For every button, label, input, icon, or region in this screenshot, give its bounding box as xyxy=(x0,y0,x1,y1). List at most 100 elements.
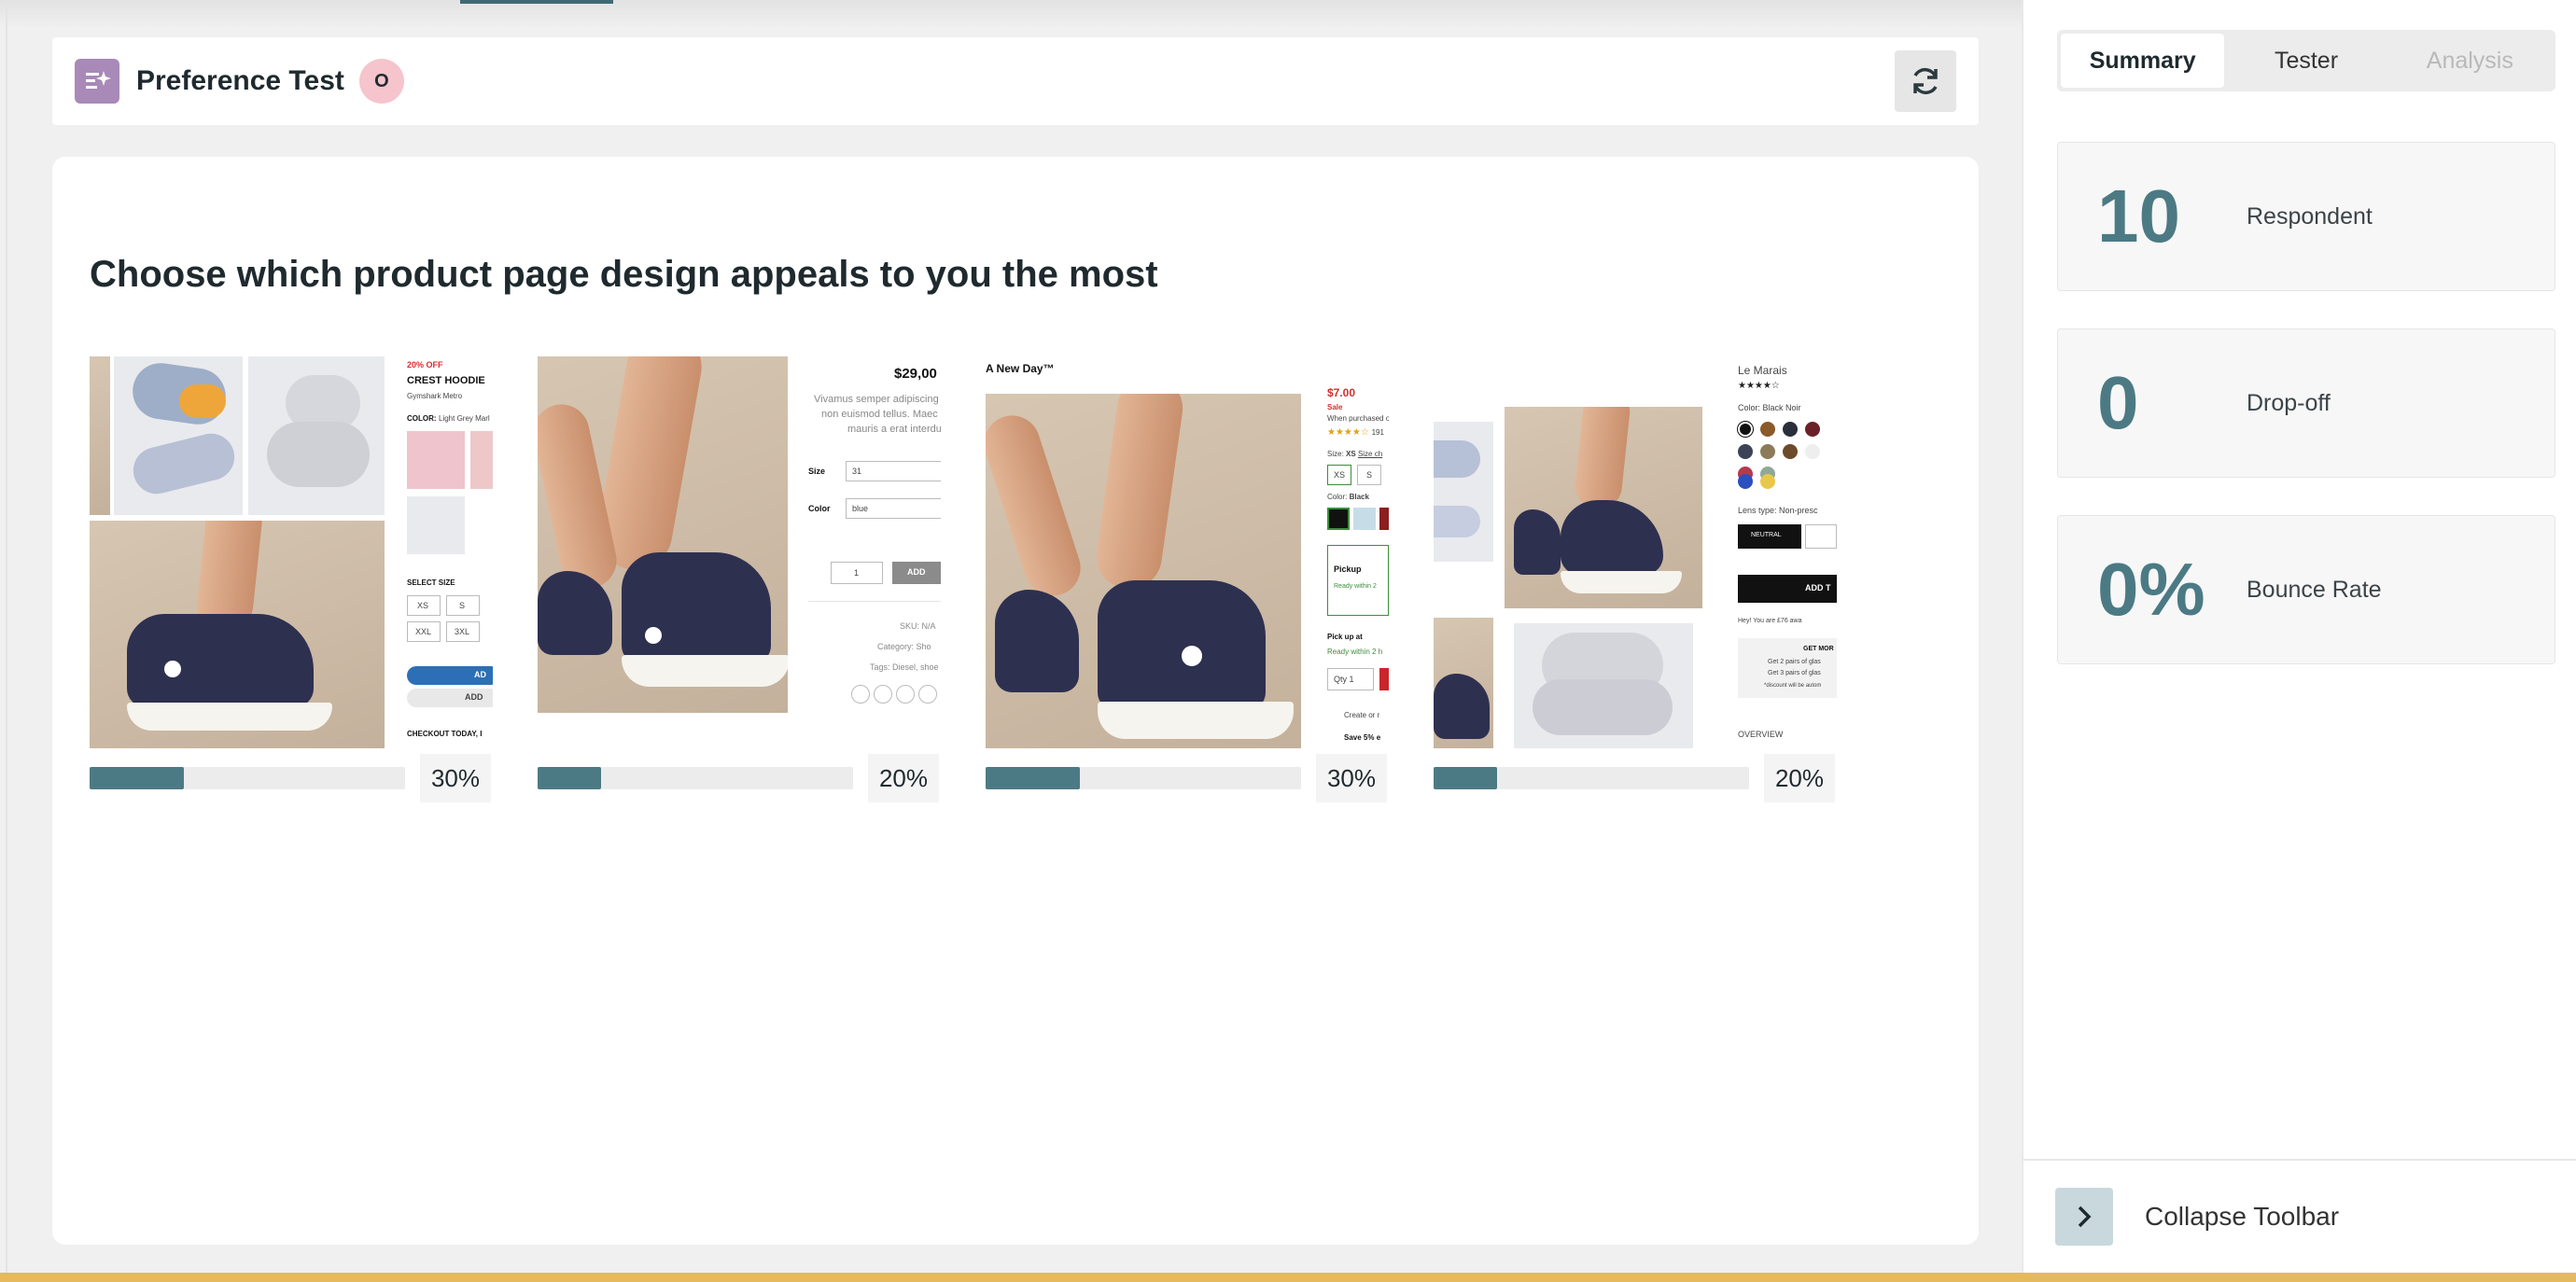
free-shipping-note: Hey! You are £76 awa xyxy=(1738,618,1802,624)
shoe-photo-main xyxy=(90,521,385,748)
design-option-1[interactable]: 20% OFF CREST HOODIE Gymshark Metro COLO… xyxy=(90,356,493,972)
size-option[interactable]: XXL xyxy=(407,621,441,642)
size-select[interactable]: 31 xyxy=(846,461,941,481)
color-swatches xyxy=(1737,421,1837,481)
color-select[interactable]: blue xyxy=(846,498,941,519)
test-header: Preference Test O xyxy=(52,37,1979,125)
wishlist-button[interactable]: ADD xyxy=(407,689,493,707)
status-badge: O xyxy=(358,59,404,104)
color-swatch[interactable] xyxy=(1327,508,1350,530)
sidebar-tabs: Summary Tester Analysis xyxy=(2057,30,2555,91)
size-option[interactable]: S xyxy=(1357,465,1381,485)
design-option-3[interactable]: A New Day™ $7.00 Sale When purchased o ★… xyxy=(986,356,1389,972)
checkout-text: CHECKOUT TODAY, I xyxy=(407,730,483,738)
product-tags: Tags: Diesel, shoe xyxy=(870,662,939,672)
variant-thumb xyxy=(407,431,465,489)
tab-analysis: Analysis xyxy=(2426,47,2513,74)
add-to-cart-button[interactable]: AD xyxy=(407,666,493,685)
pickup-ready: Ready within 2 h xyxy=(1327,648,1383,656)
preference-percent: 20% xyxy=(868,754,939,802)
quantity-select[interactable]: Qty 1 xyxy=(1327,668,1374,690)
top-shadow xyxy=(0,0,2022,28)
variant-thumb xyxy=(470,431,493,489)
select-size-label: SELECT SIZE xyxy=(407,578,455,587)
design-thumbnail-2[interactable]: $29,00 Vivamus semper adipiscing non eui… xyxy=(538,356,941,748)
product-brand: A New Day™ xyxy=(986,362,1055,375)
stat-bounce-rate: 0% Bounce Rate xyxy=(2057,515,2555,664)
chevron-right-icon xyxy=(2078,1205,2092,1228)
overview-heading: OVERVIEW xyxy=(1738,730,1784,739)
preference-bar xyxy=(1434,767,1749,789)
offer-box: GET MOR Get 2 pairs of glas Get 3 pairs … xyxy=(1738,638,1837,698)
laces-photo xyxy=(248,356,385,515)
quantity-stepper[interactable]: 1 xyxy=(831,562,883,584)
add-to-cart-button[interactable]: ADD xyxy=(892,562,941,584)
stat-label: Respondent xyxy=(2247,202,2373,230)
stat-drop-off: 0 Drop-off xyxy=(2057,328,2555,478)
collapse-toolbar-label[interactable]: Collapse Toolbar xyxy=(2145,1202,2339,1232)
color-swatches xyxy=(1738,474,1775,491)
product-price: $7.00 xyxy=(1327,386,1356,399)
product-title: Le Marais xyxy=(1738,364,1787,377)
lens-option[interactable] xyxy=(1805,524,1837,549)
add-to-cart-button[interactable]: ADD T xyxy=(1738,575,1837,603)
size-option-selected[interactable]: XS xyxy=(1327,465,1351,485)
color-label: Color: Black Noir xyxy=(1738,403,1801,412)
color-label: COLOR: xyxy=(407,414,437,423)
preference-bar xyxy=(90,767,405,789)
color-swatch[interactable] xyxy=(1379,508,1389,530)
divider xyxy=(6,0,7,1273)
refresh-button[interactable] xyxy=(1895,50,1956,112)
insole-photo xyxy=(114,356,243,515)
active-tab-indicator xyxy=(460,0,613,4)
shoe-photo-main xyxy=(538,356,788,713)
collapse-toolbar-button[interactable] xyxy=(2055,1188,2113,1246)
preference-bar-fill xyxy=(90,767,185,789)
tab-tester[interactable]: Tester xyxy=(2224,34,2387,88)
stat-value: 0 xyxy=(2097,361,2139,444)
save-offer: Save 5% e xyxy=(1344,733,1381,742)
size-option[interactable]: 3XL xyxy=(446,621,480,642)
preference-test-icon xyxy=(75,59,119,104)
lens-option-selected[interactable]: NEUTRAL xyxy=(1738,524,1801,549)
preference-bar-fill xyxy=(1434,767,1497,789)
preference-percent: 20% xyxy=(1764,754,1835,802)
add-to-cart-button[interactable] xyxy=(1379,668,1389,690)
star-rating: ★★★★☆ 191 xyxy=(1327,427,1384,438)
product-brand: Gymshark Metro xyxy=(407,392,463,400)
registry-link[interactable]: Create or r xyxy=(1344,711,1379,719)
size-option[interactable]: S xyxy=(446,595,480,616)
color-value: Light Grey Marl xyxy=(439,414,490,423)
design-option-2[interactable]: $29,00 Vivamus semper adipiscing non eui… xyxy=(538,356,941,972)
color-label: Color xyxy=(808,504,831,513)
stat-value: 10 xyxy=(2097,174,2180,258)
preference-percent: 30% xyxy=(1316,754,1387,802)
stat-label: Bounce Rate xyxy=(2247,576,2382,603)
shoe-photo xyxy=(1505,407,1702,608)
stat-value: 0% xyxy=(2097,548,2205,631)
question-text: Choose which product page design appeals… xyxy=(90,254,1158,295)
design-option-4[interactable]: Le Marais ★★★★☆ Color: Black Noir Lens t… xyxy=(1434,356,1837,972)
insole-photo xyxy=(1434,422,1493,562)
color-label-row: Color: Black xyxy=(1327,493,1369,501)
size-option[interactable]: XS xyxy=(407,595,441,616)
star-rating: ★★★★☆ xyxy=(1738,381,1780,391)
product-title: CREST HOODIE xyxy=(407,375,485,386)
lens-type-label: Lens type: Non-presc xyxy=(1738,506,1818,515)
product-description: Vivamus semper adipiscing xyxy=(814,394,939,405)
pickup-box[interactable]: Pickup Ready within 2 xyxy=(1327,545,1389,616)
variant-thumb xyxy=(407,496,465,554)
product-tag: 20% OFF xyxy=(407,360,443,369)
refresh-icon xyxy=(1913,67,1938,95)
preference-percent: 30% xyxy=(420,754,491,802)
purchase-note: When purchased o xyxy=(1327,414,1389,423)
design-thumbnail-3[interactable]: A New Day™ $7.00 Sale When purchased o ★… xyxy=(986,356,1389,748)
design-thumbnail-1[interactable]: 20% OFF CREST HOODIE Gymshark Metro COLO… xyxy=(90,356,493,748)
design-thumbnail-4[interactable]: Le Marais ★★★★☆ Color: Black Noir Lens t… xyxy=(1434,356,1837,748)
color-swatch[interactable] xyxy=(1353,508,1376,530)
design-options: 20% OFF CREST HOODIE Gymshark Metro COLO… xyxy=(90,356,1900,972)
laces-photo xyxy=(1514,623,1693,748)
product-description: non euismod tellus. Maec xyxy=(821,409,938,420)
tab-summary[interactable]: Summary xyxy=(2061,34,2225,88)
shoe-photo-main xyxy=(986,394,1301,748)
